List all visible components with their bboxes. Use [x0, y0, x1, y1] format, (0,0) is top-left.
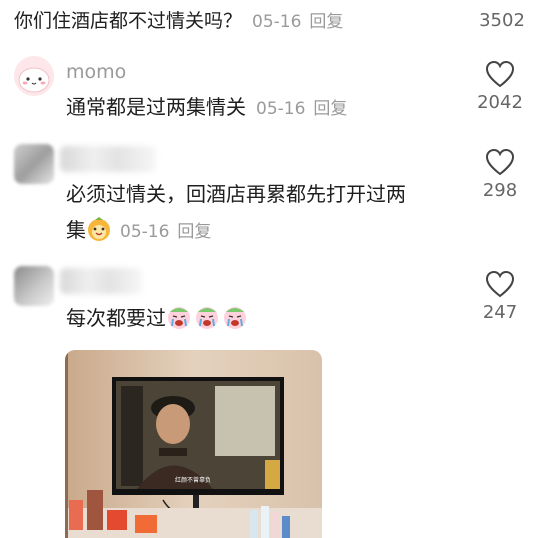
svg-text:红颜不曾辜负: 红颜不曾辜负	[175, 476, 211, 484]
like-count: 3502	[479, 10, 525, 31]
blurred-username	[60, 146, 156, 172]
comment-date: 05-16	[256, 99, 306, 119]
crying-face-emoji-icon	[168, 307, 190, 329]
comment-text: 通常都是过两集情关 05-16 回复	[66, 89, 347, 127]
like-count: 247	[482, 302, 518, 323]
comment-date: 05-16	[120, 222, 170, 242]
like-button[interactable]: 298	[470, 148, 530, 201]
comment-text: 必须过情关，回酒店再累都先打开过两 集 05-16 回复	[66, 176, 406, 250]
pink-mochi-avatar-icon	[14, 56, 54, 96]
comment-body: 通常都是过两集情关	[66, 95, 246, 119]
comment-text: 每次都要过	[66, 300, 250, 336]
blurred-username	[60, 268, 142, 294]
username[interactable]: momo	[66, 61, 126, 83]
top-comment-meta: 05-16 回复	[252, 12, 343, 32]
reply-button[interactable]: 回复	[313, 99, 347, 119]
like-count: 2042	[477, 92, 523, 113]
top-comment: 你们住酒店都不过情关吗？ 05-16 回复	[14, 8, 484, 35]
heart-outline-icon[interactable]	[485, 148, 515, 176]
hotel-tv-photo[interactable]: 红颜不曾辜负	[65, 350, 322, 538]
top-comment-like[interactable]: 3502	[472, 10, 532, 31]
smiling-face-emoji-icon	[88, 217, 110, 241]
comment-body-line2: 集	[66, 218, 86, 242]
like-count: 298	[482, 180, 518, 201]
comment-meta: 05-16 回复	[120, 222, 211, 242]
top-comment-date: 05-16	[252, 12, 302, 32]
comment-meta: 05-16 回复	[256, 99, 347, 119]
hotel-tv-photo-image: 红颜不曾辜负	[65, 350, 322, 538]
reply-button[interactable]: 回复	[177, 222, 211, 242]
comment-body-line1: 必须过情关，回酒店再累都先打开过两	[66, 182, 406, 206]
avatar[interactable]	[14, 144, 54, 184]
like-button[interactable]: 247	[470, 270, 530, 323]
crying-face-emoji-icon	[224, 307, 246, 329]
like-button[interactable]: 2042	[470, 60, 530, 113]
avatar[interactable]	[14, 266, 54, 306]
crying-face-emoji-icon	[196, 307, 218, 329]
avatar[interactable]	[14, 56, 54, 96]
reply-button[interactable]: 回复	[309, 12, 343, 32]
comment-body: 每次都要过	[66, 306, 166, 330]
top-comment-text: 你们住酒店都不过情关吗？	[14, 10, 243, 32]
heart-outline-icon[interactable]	[485, 60, 515, 88]
heart-outline-icon[interactable]	[485, 270, 515, 298]
